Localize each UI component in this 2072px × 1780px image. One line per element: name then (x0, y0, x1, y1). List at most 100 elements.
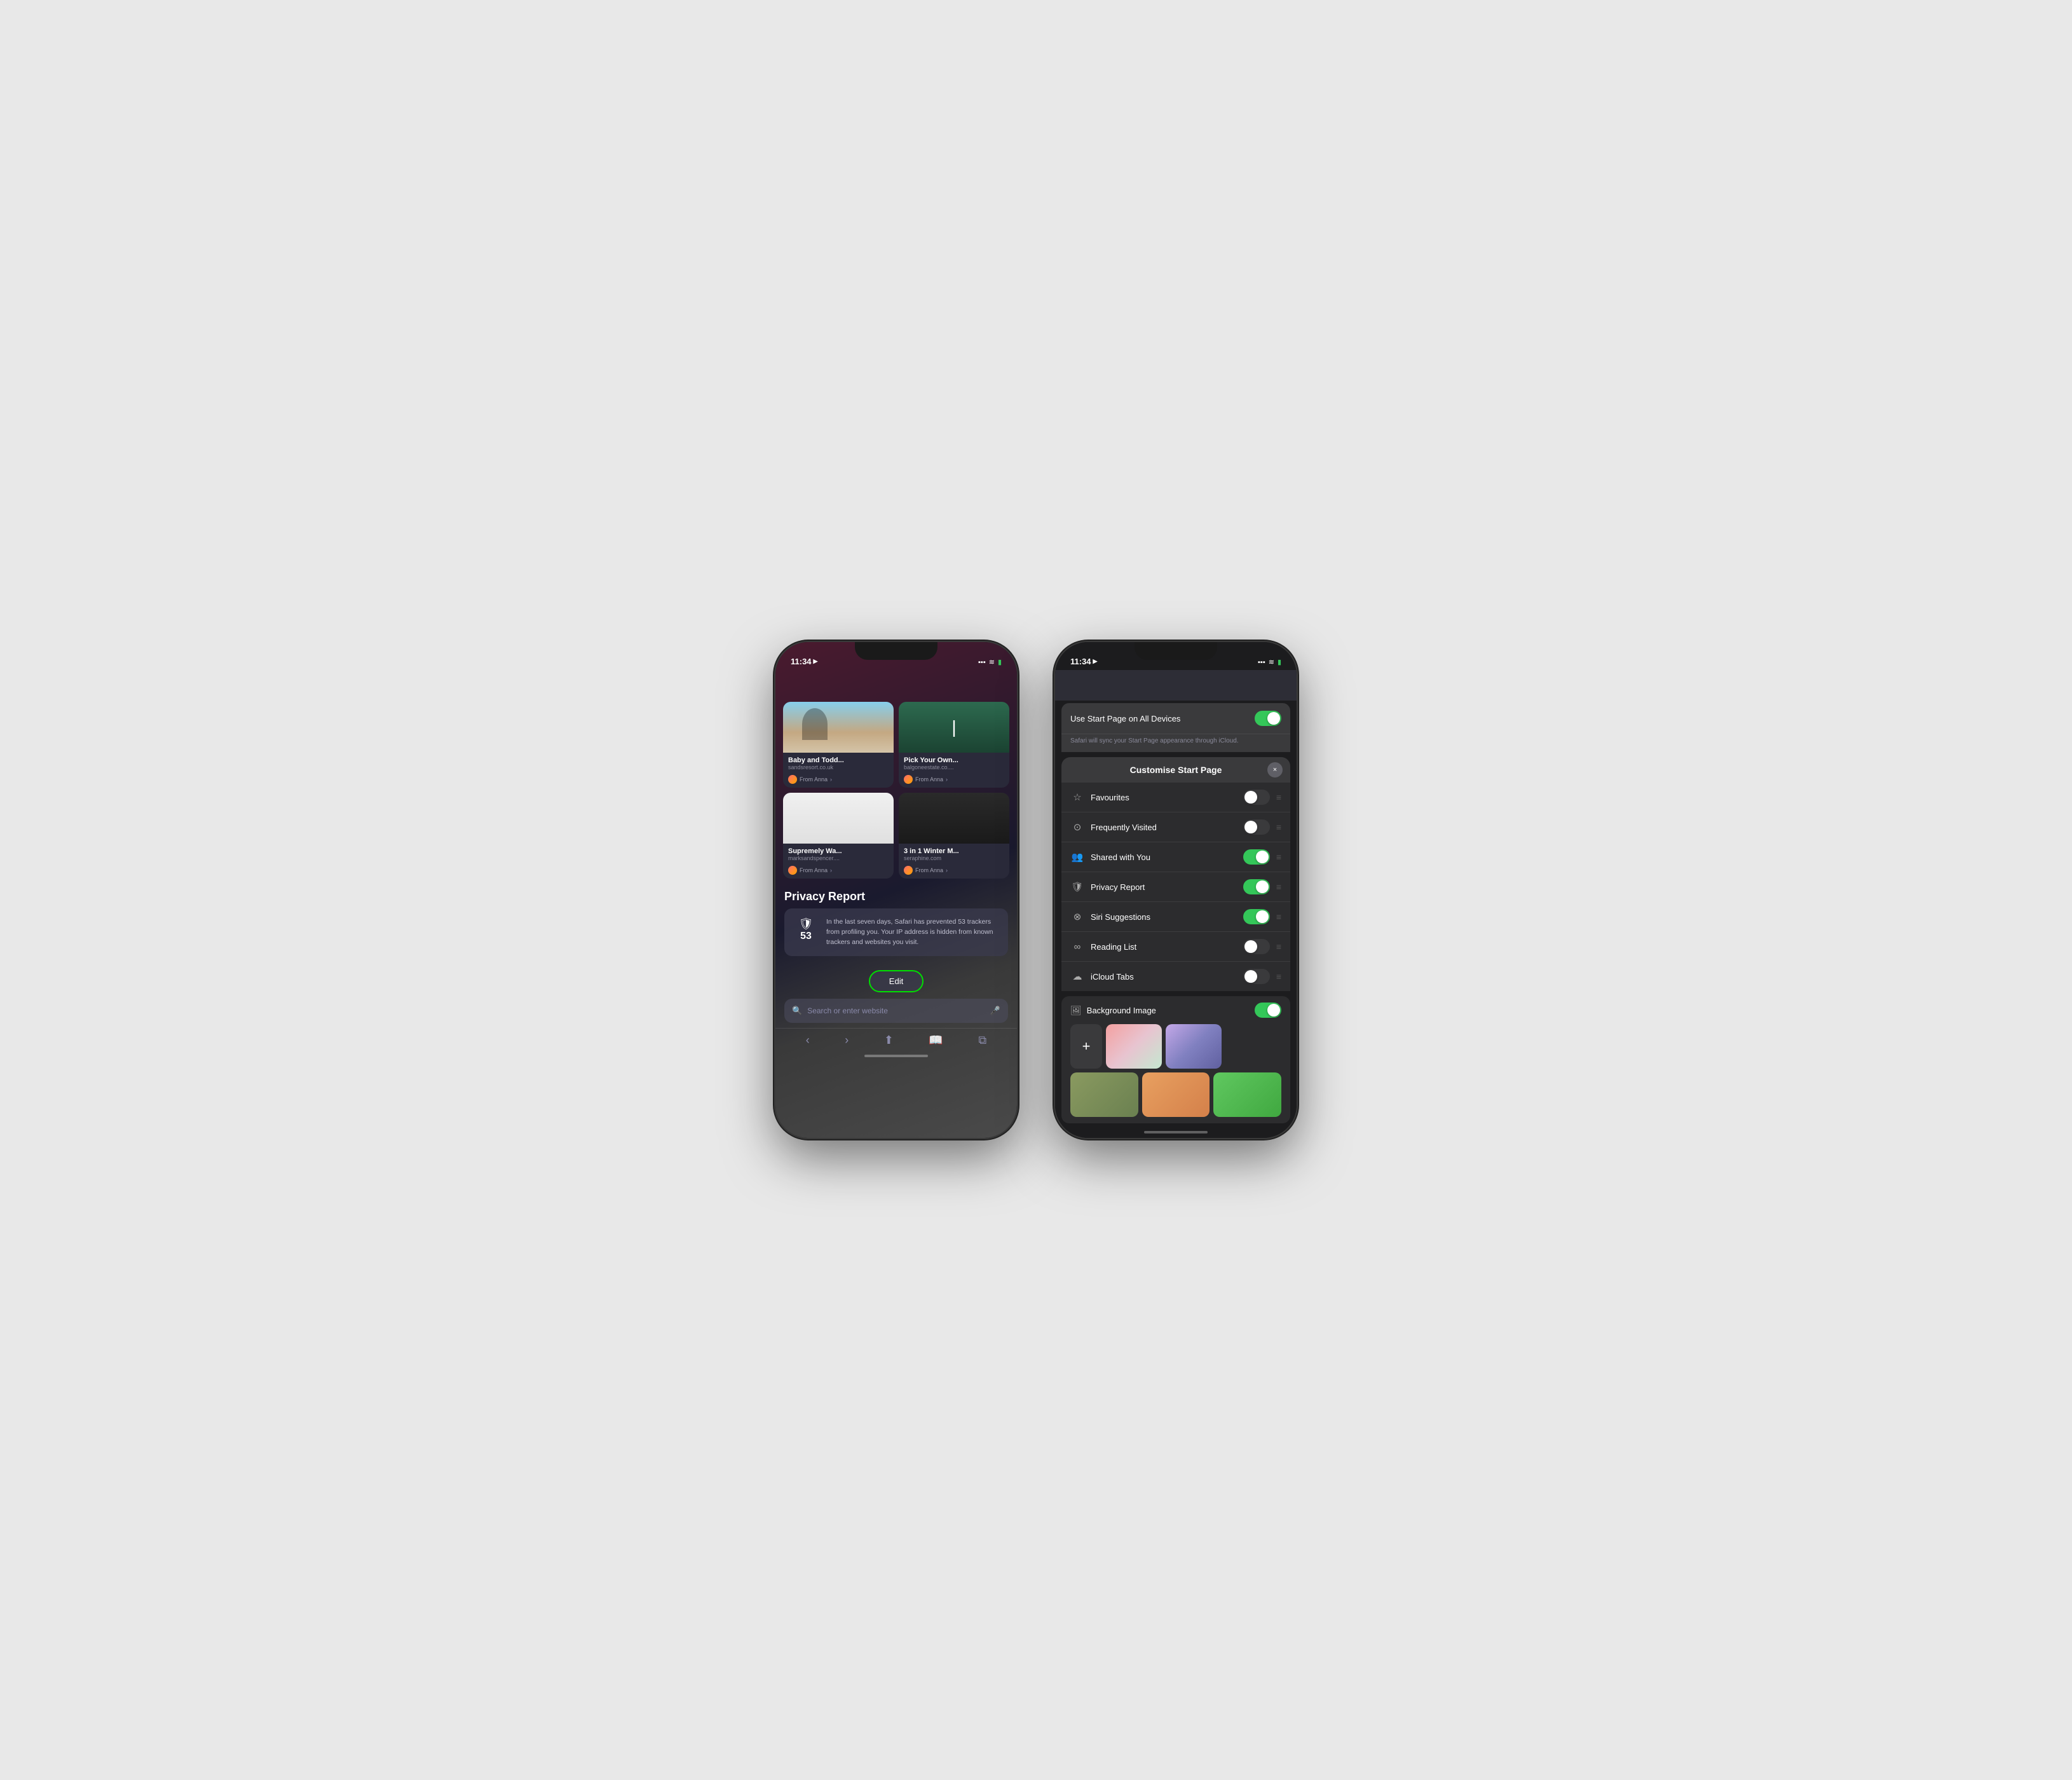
back-button[interactable]: ‹ (806, 1034, 810, 1047)
use-start-page-toggle[interactable] (1255, 711, 1281, 726)
icloud-tabs-icon: ☁ (1070, 971, 1084, 982)
siri-suggestions-label: Siri Suggestions (1091, 912, 1243, 922)
microphone-icon[interactable]: 🎤 (990, 1006, 1000, 1016)
sync-note-container: Safari will sync your Start Page appeara… (1061, 734, 1290, 752)
icloud-tabs-row: ☁ iCloud Tabs ≡ (1061, 962, 1290, 991)
background-image-label: Background Image (1087, 1006, 1255, 1015)
bookmarks-button[interactable]: 📖 (929, 1034, 943, 1047)
close-button[interactable]: × (1267, 762, 1283, 777)
background-butterfly[interactable] (1106, 1024, 1162, 1069)
card-from-label: From Anna (915, 776, 943, 783)
frequently-visited-icon: ⊙ (1070, 821, 1084, 833)
favourites-icon: ☆ (1070, 791, 1084, 803)
add-background-button[interactable]: + (1070, 1024, 1102, 1069)
shared-card[interactable]: Pick Your Own... balgoneestate.co.... Fr… (899, 702, 1009, 788)
favourites-row: ☆ Favourites ≡ (1061, 783, 1290, 812)
drag-handle[interactable]: ≡ (1276, 941, 1281, 952)
shared-with-you-row: 👥 Shared with You ≡ (1061, 842, 1290, 872)
card-title: Baby and Todd... (788, 756, 889, 764)
share-button[interactable]: ⬆ (884, 1034, 894, 1047)
notch (855, 642, 937, 660)
card-domain: balgoneestate.co.... (904, 764, 1004, 770)
background-image-icon: 🖼 (1070, 1005, 1082, 1016)
status-icons: ▪▪▪ ≋ ▮ (1258, 658, 1281, 666)
wifi-icon: ▪▪▪ (1258, 659, 1265, 666)
reading-list-toggle[interactable] (1243, 939, 1270, 954)
privacy-report-label: Privacy Report (1091, 882, 1243, 892)
card-from-label: From Anna (800, 867, 828, 873)
location-icon: ▶ (814, 658, 818, 665)
background-thumbnails-row1: + (1070, 1024, 1281, 1069)
background-green[interactable] (1213, 1072, 1281, 1117)
edit-button[interactable]: Edit (869, 970, 924, 992)
privacy-report-toggle[interactable] (1243, 879, 1270, 894)
home-bar (1144, 1131, 1208, 1133)
status-time: 11:34 ▶ (791, 657, 817, 666)
blur-overlay (1055, 670, 1297, 701)
drag-handle[interactable]: ≡ (1276, 792, 1281, 802)
phone-2: 11:34 ▶ ▪▪▪ ≋ ▮ Use Start Page on All De… (1055, 642, 1297, 1138)
background-image-toggle[interactable] (1255, 1003, 1281, 1018)
card-domain: seraphine.com (904, 855, 1004, 861)
shared-card[interactable]: Baby and Todd... sandsresort.co.uk From … (783, 702, 894, 788)
shield-icon: 🛡 (799, 917, 814, 931)
card-image-white (783, 793, 894, 844)
edit-button-container: Edit (775, 962, 1017, 999)
card-title: 3 in 1 Winter M... (904, 847, 1004, 855)
tracker-count: 53 (800, 931, 812, 942)
sheet-header: Customise Start Page × (1061, 757, 1290, 783)
tracker-count-container: 🛡 53 (793, 917, 819, 942)
avatar (788, 775, 797, 784)
home-indicator (1055, 1123, 1297, 1136)
avatar (788, 866, 797, 875)
home-indicator (775, 1050, 1017, 1062)
sheet-title: Customise Start Page (1130, 765, 1222, 775)
reading-list-row: ∞ Reading List ≡ (1061, 932, 1290, 962)
tabs-button[interactable]: ⧉ (978, 1034, 986, 1047)
drag-handle[interactable]: ≡ (1276, 912, 1281, 922)
icloud-tabs-toggle[interactable] (1243, 969, 1270, 984)
card-domain: sandsresort.co.uk (788, 764, 889, 770)
background-image-row: 🖼 Background Image (1070, 1003, 1281, 1018)
card-image-green (899, 702, 1009, 753)
siri-suggestions-toggle[interactable] (1243, 909, 1270, 924)
card-from-label: From Anna (915, 867, 943, 873)
bottom-navigation: ‹ › ⬆ 📖 ⧉ (775, 1028, 1017, 1050)
frequently-visited-label: Frequently Visited (1091, 823, 1243, 832)
background-image-section: 🖼 Background Image + (1061, 996, 1290, 1123)
favourites-label: Favourites (1091, 793, 1243, 802)
background-orange[interactable] (1142, 1072, 1210, 1117)
signal-icon: ≋ (1269, 658, 1274, 666)
favourites-toggle[interactable] (1243, 790, 1270, 805)
background-rhino[interactable] (1166, 1024, 1222, 1069)
siri-suggestions-row: ⊗ Siri Suggestions ≡ (1061, 902, 1290, 932)
shared-with-you-toggle[interactable] (1243, 849, 1270, 865)
drag-handle[interactable]: ≡ (1276, 882, 1281, 892)
frequently-visited-toggle[interactable] (1243, 819, 1270, 835)
signal-icon: ≋ (989, 658, 995, 666)
shared-with-you-label: Shared with You (1091, 852, 1243, 862)
shared-card[interactable]: Supremely Wa... marksandspencer.... From… (783, 793, 894, 879)
siri-suggestions-icon: ⊗ (1070, 911, 1084, 922)
card-domain: marksandspencer.... (788, 855, 889, 861)
drag-handle[interactable]: ≡ (1276, 822, 1281, 832)
status-icons: ▪▪▪ ≋ ▮ (978, 658, 1002, 666)
drag-handle[interactable]: ≡ (1276, 971, 1281, 982)
privacy-report-section: Privacy Report 🛡 53 In the last seven da… (775, 884, 1017, 962)
privacy-report-row: 🛡 Privacy Report ≡ (1061, 872, 1290, 902)
reading-list-icon: ∞ (1070, 941, 1084, 952)
notch (1135, 642, 1217, 660)
background-olive[interactable] (1070, 1072, 1138, 1117)
drag-handle[interactable]: ≡ (1276, 852, 1281, 862)
shared-card[interactable]: 3 in 1 Winter M... seraphine.com From An… (899, 793, 1009, 879)
card-title: Supremely Wa... (788, 847, 889, 855)
shared-with-you-icon: 👥 (1070, 851, 1084, 863)
card-from-label: From Anna (800, 776, 828, 783)
search-bar[interactable]: 🔍 Search or enter website 🎤 (784, 999, 1008, 1023)
frequently-visited-row: ⊙ Frequently Visited ≡ (1061, 812, 1290, 842)
settings-list: ☆ Favourites ≡ ⊙ Frequently Visited ≡ 👥 … (1061, 783, 1290, 991)
privacy-report-card: 🛡 53 In the last seven days, Safari has … (784, 908, 1008, 956)
forward-button[interactable]: › (845, 1034, 849, 1047)
reading-list-label: Reading List (1091, 942, 1243, 952)
avatar (904, 866, 913, 875)
